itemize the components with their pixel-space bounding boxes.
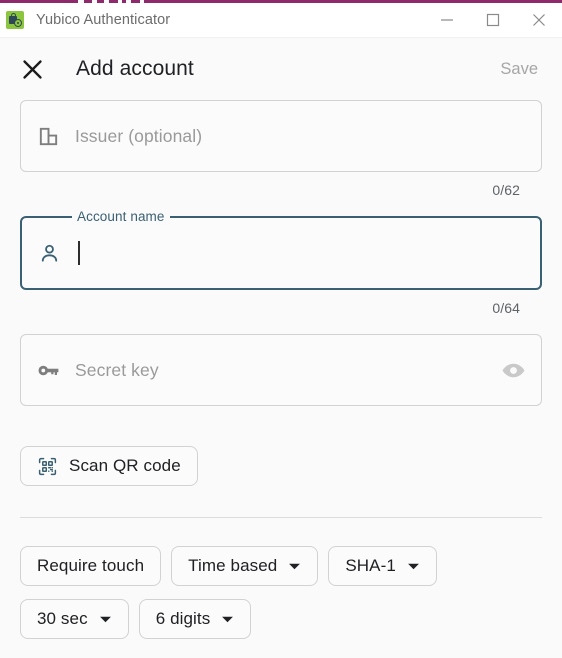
window-titlebar: Yubico Authenticator [0, 3, 562, 38]
scan-qr-code-label: Scan QR code [69, 456, 181, 475]
window-title: Yubico Authenticator [36, 12, 171, 28]
account-name-label: Account name [72, 209, 170, 225]
maximize-icon[interactable] [470, 3, 516, 38]
close-x-icon[interactable] [20, 57, 44, 81]
scan-qr-row: Scan QR code [0, 446, 562, 486]
page-title: Add account [76, 57, 194, 80]
chevron-down-icon [99, 613, 112, 626]
dialog-header: Add account Save [0, 38, 562, 100]
issuer-input[interactable]: Issuer (optional) [20, 100, 542, 172]
chevron-down-icon [221, 613, 234, 626]
yubico-lock-icon [6, 11, 24, 29]
chip-require-touch-label: Require touch [37, 556, 145, 575]
window-controls [424, 3, 562, 38]
key-icon [35, 358, 61, 383]
chevron-down-icon [407, 560, 420, 573]
options-row-1: Require touch Time based SHA-1 [0, 546, 562, 586]
minimize-icon[interactable] [424, 3, 470, 38]
account-name-input[interactable]: Account name [20, 209, 542, 290]
chip-period[interactable]: 30 sec [20, 599, 129, 639]
building-icon [35, 125, 61, 148]
issuer-char-counter: 0/62 [492, 182, 520, 198]
person-icon [36, 242, 62, 265]
options-row-2: 30 sec 6 digits [0, 599, 562, 639]
secret-key-input[interactable]: Secret key [20, 334, 542, 406]
account-name-field-row: Account name 0/64 [0, 209, 562, 316]
dialog-body: Issuer (optional) 0/62 Account name 0/64 [0, 100, 562, 639]
chevron-down-icon [288, 560, 301, 573]
account-name-char-counter: 0/64 [492, 300, 520, 316]
chip-period-label: 30 sec [37, 609, 88, 628]
chip-oath-type-label: Time based [188, 556, 278, 575]
chip-digits-label: 6 digits [155, 609, 211, 628]
qr-code-icon [37, 456, 58, 477]
close-icon[interactable] [516, 3, 562, 38]
chip-digits[interactable]: 6 digits [138, 599, 252, 639]
secret-key-field-row: Secret key [0, 334, 562, 406]
secret-key-placeholder: Secret key [75, 359, 159, 380]
chip-hash-algorithm-label: SHA-1 [345, 556, 396, 575]
scan-qr-code-button[interactable]: Scan QR code [20, 446, 198, 486]
text-cursor [78, 241, 80, 265]
chip-hash-algorithm[interactable]: SHA-1 [328, 546, 437, 586]
eye-icon[interactable] [499, 356, 527, 384]
chip-oath-type[interactable]: Time based [171, 546, 319, 586]
save-button[interactable]: Save [498, 56, 540, 83]
chip-require-touch[interactable]: Require touch [20, 546, 162, 586]
issuer-placeholder: Issuer (optional) [75, 125, 203, 146]
issuer-field-row: Issuer (optional) 0/62 [0, 100, 562, 198]
